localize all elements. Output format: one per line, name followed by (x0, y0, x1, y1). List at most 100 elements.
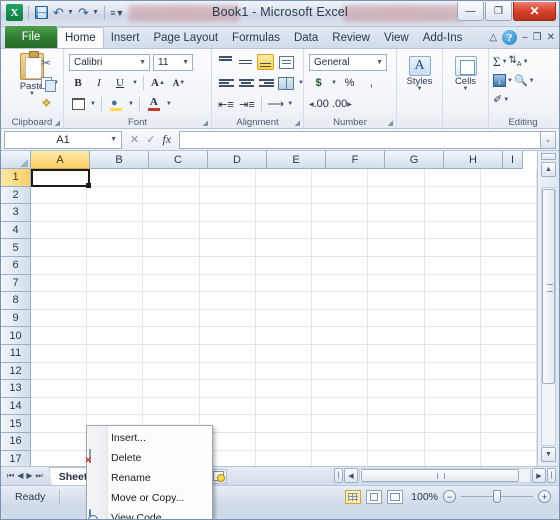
orientation-button[interactable]: ⟶ (267, 97, 284, 111)
grid-cell-A3[interactable] (31, 204, 88, 222)
grid-cell-E15[interactable] (255, 415, 313, 433)
grid-cell-B9[interactable] (87, 309, 144, 328)
grid-cell-F10[interactable] (312, 327, 369, 345)
clipboard-dialog-launcher[interactable]: ◢ (55, 119, 60, 127)
alignment-dialog-launcher[interactable]: ◢ (295, 119, 300, 127)
grid-cell-B5[interactable] (87, 239, 144, 257)
grid-cell-G15[interactable] (368, 415, 425, 433)
grid-cell-H11[interactable] (424, 344, 481, 363)
grid-cell-I14[interactable] (480, 397, 537, 416)
tab-add-ins[interactable]: Add-Ins (416, 28, 470, 48)
column-header-G[interactable]: G (385, 151, 444, 169)
cancel-formula-icon[interactable]: ✕ (130, 133, 139, 146)
grid-cell-B10[interactable] (87, 327, 144, 345)
grid-cell-G10[interactable] (368, 327, 425, 345)
menu-item-insert[interactable]: Insert... (87, 428, 212, 448)
insert-function-icon[interactable]: fx (162, 132, 171, 147)
row-header-9[interactable]: 9 (1, 309, 31, 328)
grid-cell-F17[interactable] (312, 450, 369, 466)
grid-cell-I8[interactable] (480, 292, 537, 310)
restore-workbook-icon[interactable]: ❐ (533, 32, 542, 43)
grid-cell-D8[interactable] (199, 292, 256, 310)
grid-cell-F6[interactable] (312, 256, 369, 275)
autosum-button[interactable]: Σ (493, 54, 501, 70)
grid-cell-D4[interactable] (199, 221, 256, 240)
tab-insert[interactable]: Insert (104, 28, 147, 48)
tab-data[interactable]: Data (287, 28, 325, 48)
accounting-format-button[interactable]: $ (309, 74, 328, 92)
grid-cell-F15[interactable] (312, 415, 369, 433)
grid-cell-E3[interactable] (255, 204, 313, 222)
grid-cell-A17[interactable] (31, 450, 88, 466)
grid-cell-E6[interactable] (255, 256, 313, 275)
grid-cell-D7[interactable] (199, 274, 256, 293)
chevron-down-icon[interactable]: ▼ (139, 59, 146, 66)
grid-cell-I1[interactable] (480, 169, 537, 187)
grid-cell-G5[interactable] (368, 239, 425, 257)
grid-cell-H3[interactable] (424, 204, 481, 222)
grid-cell-D5[interactable] (199, 239, 256, 257)
column-header-D[interactable]: D (208, 151, 267, 169)
grid-cell-C2[interactable] (143, 186, 200, 205)
tab-file[interactable]: File (5, 26, 57, 48)
align-right-button[interactable] (257, 75, 274, 91)
vertical-scrollbar[interactable]: ▲ ▼ (537, 151, 559, 466)
grid-cell-I15[interactable] (480, 415, 537, 433)
grid-cell-C12[interactable] (143, 362, 200, 381)
grid-cell-D13[interactable] (199, 380, 256, 398)
active-cell-A1[interactable] (31, 169, 91, 188)
grid-cell-H13[interactable] (424, 380, 481, 398)
tab-review[interactable]: Review (325, 28, 377, 48)
grid-cell-A15[interactable] (31, 415, 88, 433)
grid-cell-H1[interactable] (424, 169, 481, 187)
grid-cell-A16[interactable] (31, 432, 88, 451)
grid-cell-B12[interactable] (87, 362, 144, 381)
scroll-end-box[interactable]: | (547, 468, 556, 483)
column-header-F[interactable]: F (326, 151, 385, 169)
grid-cell-D3[interactable] (199, 204, 256, 222)
grid-cell-C3[interactable] (143, 204, 200, 222)
grid-cell-B4[interactable] (87, 221, 144, 240)
grid-cell-A12[interactable] (31, 362, 88, 381)
grid-cell-A7[interactable] (31, 274, 88, 293)
grid-cell-B8[interactable] (87, 292, 144, 310)
grid-cell-G8[interactable] (368, 292, 425, 310)
grid-cell-G14[interactable] (368, 397, 425, 416)
grid-cell-E2[interactable] (255, 186, 313, 205)
grid-cell-F8[interactable] (312, 292, 369, 310)
grid-cell-F4[interactable] (312, 221, 369, 240)
grid-cell-H9[interactable] (424, 309, 481, 328)
grid-cell-G6[interactable] (368, 256, 425, 275)
grid-cell-B2[interactable] (87, 186, 144, 205)
grid-cell-I7[interactable] (480, 274, 537, 293)
grid-cell-F9[interactable] (312, 309, 369, 328)
column-header-E[interactable]: E (267, 151, 326, 169)
first-sheet-icon[interactable]: ⏮ (7, 471, 14, 481)
underline-button[interactable]: U (111, 74, 129, 92)
underline-dropdown-icon[interactable]: ▼ (132, 80, 138, 86)
grid-cell-A11[interactable] (31, 344, 88, 363)
grid-cell-F16[interactable] (312, 432, 369, 451)
grid-cell-A9[interactable] (31, 309, 88, 328)
grid-cell-I17[interactable] (481, 450, 537, 466)
accounting-dropdown-icon[interactable]: ▼ (331, 80, 337, 86)
row-header-5[interactable]: 5 (1, 239, 31, 257)
grid-cell-H17[interactable] (425, 450, 481, 466)
row-header-13[interactable]: 13 (1, 380, 31, 398)
grid-cell-E17[interactable] (256, 450, 313, 466)
grid-cell-C14[interactable] (143, 397, 200, 416)
autosum-dropdown-icon[interactable]: ▼ (502, 59, 508, 65)
grid-cell-F5[interactable] (312, 239, 369, 257)
grid-cell-B11[interactable] (87, 344, 144, 363)
row-header-7[interactable]: 7 (1, 274, 31, 293)
tab-view[interactable]: View (377, 28, 416, 48)
number-dialog-launcher[interactable]: ◢ (388, 119, 393, 127)
orientation-dropdown-icon[interactable]: ▼ (287, 101, 293, 107)
grid-cell-E14[interactable] (255, 397, 313, 416)
tab-formulas[interactable]: Formulas (225, 28, 287, 48)
restore-button[interactable]: ❐ (485, 2, 512, 21)
grid-cell-D6[interactable] (199, 256, 256, 275)
horizontal-scrollbar[interactable]: | ◀ ▶ | (334, 468, 556, 483)
grid-cell-E16[interactable] (255, 432, 313, 451)
grid-cell-B7[interactable] (87, 274, 144, 293)
